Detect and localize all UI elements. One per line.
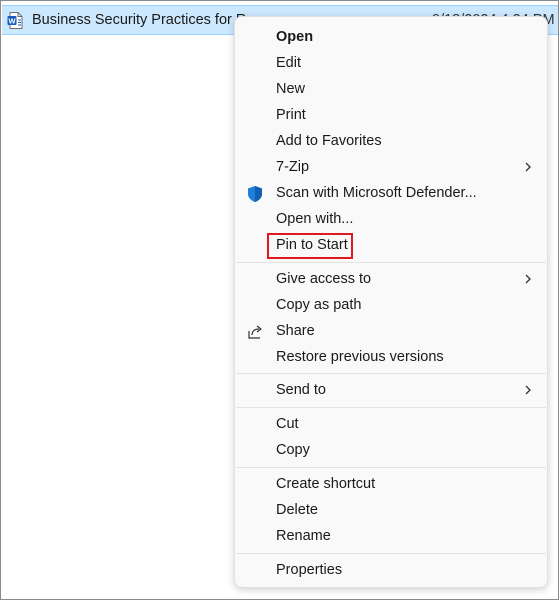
menu-item-label: 7-Zip xyxy=(276,159,310,175)
menu-item-print[interactable]: Print xyxy=(235,103,547,129)
menu-item-label: Print xyxy=(276,107,306,123)
menu-item-label: Restore previous versions xyxy=(276,349,444,365)
menu-item-send-to[interactable]: Send to xyxy=(235,378,547,404)
menu-item-properties[interactable]: Properties xyxy=(235,558,547,584)
menu-item-give-access-to[interactable]: Give access to xyxy=(235,267,547,293)
menu-item-label: Copy as path xyxy=(276,297,362,313)
menu-item-delete[interactable]: Delete xyxy=(235,498,547,524)
menu-item-label: Share xyxy=(276,323,315,339)
menu-item-label: Create shortcut xyxy=(276,476,376,492)
file-name: Business Security Practices for Rer xyxy=(32,12,260,28)
menu-item-open-with[interactable]: Open with... xyxy=(235,207,547,233)
menu-item-share[interactable]: Share xyxy=(235,319,547,345)
chevron-right-icon xyxy=(525,385,531,395)
menu-separator xyxy=(236,262,546,263)
menu-item-label: Scan with Microsoft Defender... xyxy=(276,185,477,201)
menu-item-open[interactable]: Open xyxy=(235,25,547,51)
svg-text:W: W xyxy=(8,16,16,25)
menu-separator xyxy=(236,373,546,374)
menu-item-label: Give access to xyxy=(276,271,372,287)
menu-item-cut[interactable]: Cut xyxy=(235,412,547,438)
menu-item-7zip[interactable]: 7-Zip xyxy=(235,155,547,181)
share-icon xyxy=(248,325,262,339)
menu-separator xyxy=(236,553,546,554)
word-document-icon: W xyxy=(7,12,23,29)
menu-item-label: Edit xyxy=(276,55,301,71)
menu-item-edit[interactable]: Edit xyxy=(235,51,547,77)
defender-shield-icon xyxy=(248,186,262,202)
menu-item-label: Add to Favorites xyxy=(276,133,382,149)
menu-item-add-to-favorites[interactable]: Add to Favorites xyxy=(235,129,547,155)
chevron-right-icon xyxy=(525,162,531,172)
menu-item-create-shortcut[interactable]: Create shortcut xyxy=(235,472,547,498)
menu-item-label: Open xyxy=(276,29,314,45)
menu-item-label: Delete xyxy=(276,502,318,518)
explorer-window: W Business Security Practices for Rer 9/… xyxy=(0,0,559,600)
menu-item-new[interactable]: New xyxy=(235,77,547,103)
menu-item-rename[interactable]: Rename xyxy=(235,524,547,550)
menu-item-label: Copy xyxy=(276,442,310,458)
menu-item-restore-previous-versions[interactable]: Restore previous versions xyxy=(235,345,547,371)
menu-item-label: Send to xyxy=(276,382,326,398)
menu-item-label: Pin to Start xyxy=(276,237,348,253)
chevron-right-icon xyxy=(525,274,531,284)
menu-separator xyxy=(236,467,546,468)
menu-item-label: Properties xyxy=(276,562,343,578)
menu-item-scan-defender[interactable]: Scan with Microsoft Defender... xyxy=(235,181,547,207)
menu-item-pin-to-start[interactable]: Pin to Start xyxy=(235,233,547,259)
menu-separator xyxy=(236,407,546,408)
menu-item-label: Open with... xyxy=(276,211,354,227)
menu-item-label: New xyxy=(276,81,306,97)
menu-item-label: Rename xyxy=(276,528,331,544)
context-menu: Open Edit New Print Add to Favorites 7-Z… xyxy=(234,16,548,588)
menu-item-label: Cut xyxy=(276,416,299,432)
menu-item-copy-as-path[interactable]: Copy as path xyxy=(235,293,547,319)
menu-item-copy[interactable]: Copy xyxy=(235,438,547,464)
